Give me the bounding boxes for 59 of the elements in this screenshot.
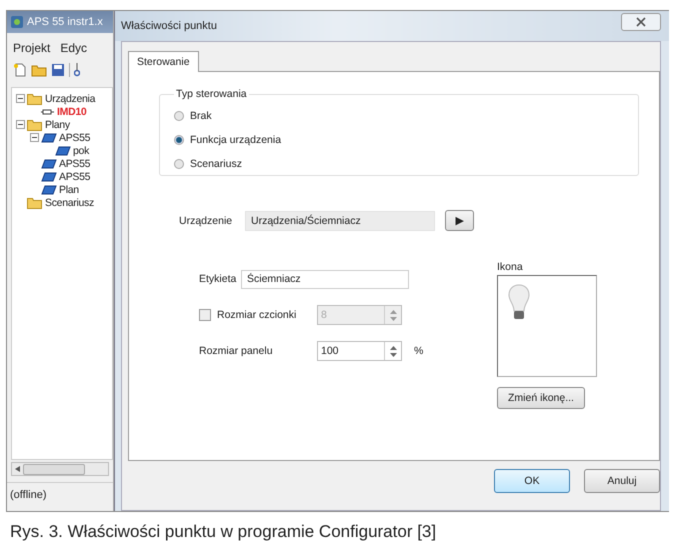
radio-label[interactable]: Scenariusz: [190, 158, 242, 170]
folder-icon: [27, 92, 43, 104]
tree-item[interactable]: APS55: [59, 170, 90, 182]
device-path-field: Urządzenia/Ściemniacz: [245, 210, 435, 230]
checkbox-label[interactable]: Rozmiar czcionki: [217, 309, 317, 321]
browse-button[interactable]: ▶: [445, 210, 474, 231]
unit-label: %: [414, 345, 424, 357]
light-bulb-icon: [508, 284, 530, 322]
radio-button[interactable]: [174, 111, 184, 121]
spinner-value: 8: [321, 309, 327, 321]
window-title: APS 55 instr1.x: [27, 16, 103, 28]
close-button[interactable]: [621, 13, 661, 31]
tree-item[interactable]: APS55: [59, 132, 90, 144]
close-icon: [636, 17, 646, 27]
folder-icon: [27, 196, 43, 208]
device-icon: [41, 106, 55, 116]
panel-size-spinner[interactable]: 100: [317, 341, 402, 361]
dialog-title: Właściwości punktu: [121, 20, 217, 32]
tree-item[interactable]: IMD10: [57, 106, 86, 118]
dialog-button[interactable]: OK: [494, 469, 570, 493]
spinner-value: 100: [321, 345, 339, 357]
plan-icon: [41, 172, 57, 182]
tree-item[interactable]: Plan: [59, 184, 79, 196]
menu-item[interactable]: Edyc: [60, 41, 88, 55]
radio-button[interactable]: [174, 135, 184, 145]
field-label: Urządzenie: [179, 214, 234, 226]
collapse-toggle[interactable]: [30, 133, 39, 142]
collapse-toggle[interactable]: [16, 120, 25, 129]
app-icon: [11, 16, 23, 28]
plan-icon: [41, 158, 57, 168]
tree-item[interactable]: Urządzenia: [45, 92, 96, 104]
radio-label[interactable]: Brak: [190, 110, 212, 122]
field-label: Rozmiar panelu: [199, 345, 274, 357]
save-icon[interactable]: [51, 63, 65, 77]
status-text: (offline): [7, 482, 113, 511]
horizontal-scrollbar[interactable]: [11, 462, 109, 476]
plan-icon: [41, 184, 57, 194]
tree-item[interactable]: Scenariusz: [45, 196, 94, 208]
folder-icon: [27, 118, 43, 130]
figure-caption: Rys. 3. Właściwości punktu w programie Configurator [3]: [9, 521, 438, 542]
scroll-left-icon[interactable]: [15, 466, 20, 472]
radio-button[interactable]: [174, 159, 184, 169]
menu-item[interactable]: Projekt: [13, 41, 50, 55]
folder-icon[interactable]: [31, 63, 47, 77]
dialog-button[interactable]: Anuluj: [584, 469, 660, 493]
icon-label: Ikona: [497, 261, 524, 273]
tree-item[interactable]: Plany: [45, 118, 70, 130]
field-label: Etykieta: [199, 273, 238, 285]
checkbox[interactable]: [199, 309, 211, 321]
tree-item[interactable]: APS55: [59, 158, 90, 170]
plan-icon: [41, 132, 57, 142]
plan-icon: [55, 146, 71, 156]
group-title: Typ sterowania: [175, 88, 248, 100]
new-file-icon[interactable]: [13, 63, 27, 77]
collapse-toggle[interactable]: [16, 94, 25, 103]
radio-label[interactable]: Funkcja urządzenia: [190, 134, 282, 146]
tab[interactable]: Sterowanie: [128, 51, 199, 72]
change-icon-button[interactable]: Zmień ikonę...: [497, 387, 585, 409]
tree-item[interactable]: pok: [73, 144, 90, 156]
